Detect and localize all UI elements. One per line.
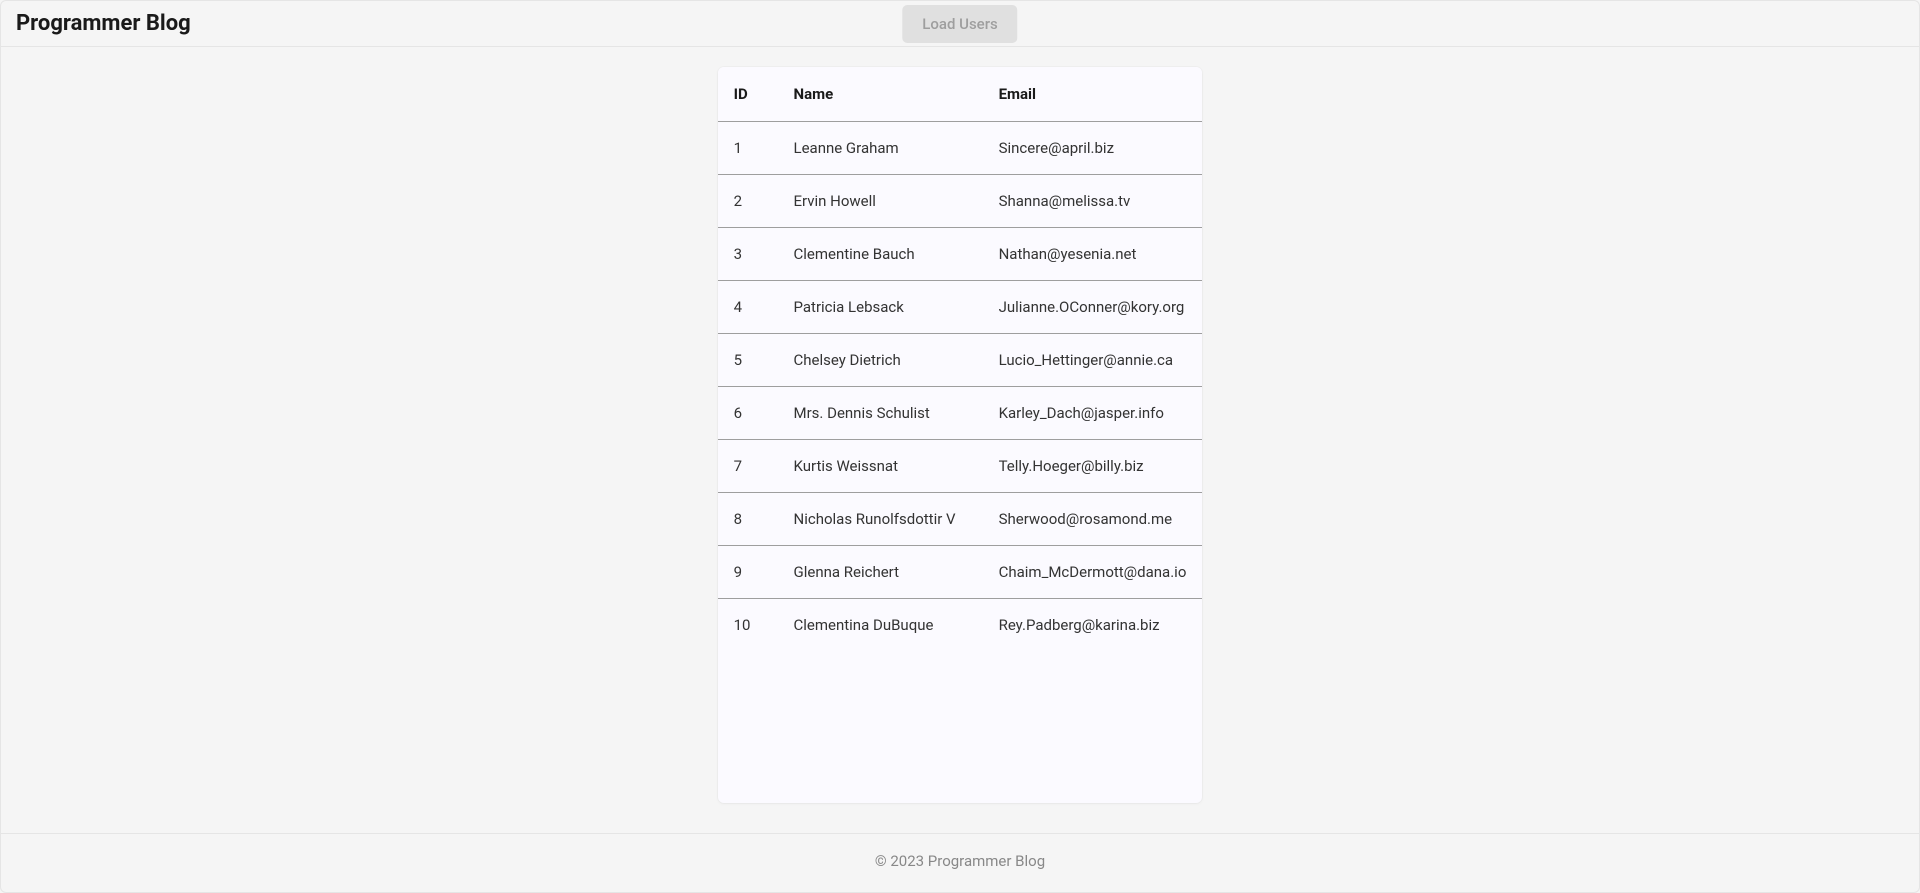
cell-id: 7 (718, 440, 779, 493)
cell-name: Mrs. Dennis Schulist (779, 387, 984, 440)
table-header-row: ID Name Email (718, 67, 1203, 122)
cell-name: Nicholas Runolfsdottir V (779, 493, 984, 546)
users-table: ID Name Email 1Leanne GrahamSincere@apri… (718, 67, 1203, 651)
cell-email: Sincere@april.biz (984, 122, 1203, 175)
cell-email: Lucio_Hettinger@annie.ca (984, 334, 1203, 387)
cell-name: Ervin Howell (779, 175, 984, 228)
table-row: 1Leanne GrahamSincere@april.biz (718, 122, 1203, 175)
cell-email: Shanna@melissa.tv (984, 175, 1203, 228)
cell-id: 9 (718, 546, 779, 599)
cell-id: 1 (718, 122, 779, 175)
cell-email: Sherwood@rosamond.me (984, 493, 1203, 546)
table-row: 8Nicholas Runolfsdottir VSherwood@rosamo… (718, 493, 1203, 546)
page-title: Programmer Blog (16, 11, 191, 36)
cell-email: Julianne.OConner@kory.org (984, 281, 1203, 334)
cell-email: Rey.Padberg@karina.biz (984, 599, 1203, 652)
cell-name: Patricia Lebsack (779, 281, 984, 334)
main-content: ID Name Email 1Leanne GrahamSincere@apri… (1, 47, 1919, 833)
cell-id: 2 (718, 175, 779, 228)
table-row: 9Glenna ReichertChaim_McDermott@dana.io (718, 546, 1203, 599)
table-row: 7Kurtis WeissnatTelly.Hoeger@billy.biz (718, 440, 1203, 493)
load-users-button[interactable]: Load Users (902, 5, 1017, 43)
cell-id: 6 (718, 387, 779, 440)
table-row: 6Mrs. Dennis SchulistKarley_Dach@jasper.… (718, 387, 1203, 440)
footer: © 2023 Programmer Blog (1, 833, 1919, 892)
table-row: 3Clementine BauchNathan@yesenia.net (718, 228, 1203, 281)
cell-name: Glenna Reichert (779, 546, 984, 599)
cell-name: Clementine Bauch (779, 228, 984, 281)
cell-id: 5 (718, 334, 779, 387)
cell-id: 4 (718, 281, 779, 334)
cell-id: 10 (718, 599, 779, 652)
cell-email: Chaim_McDermott@dana.io (984, 546, 1203, 599)
table-header-name: Name (779, 67, 984, 122)
cell-id: 3 (718, 228, 779, 281)
cell-email: Telly.Hoeger@billy.biz (984, 440, 1203, 493)
cell-id: 8 (718, 493, 779, 546)
table-row: 10Clementina DuBuqueRey.Padberg@karina.b… (718, 599, 1203, 652)
table-row: 5Chelsey DietrichLucio_Hettinger@annie.c… (718, 334, 1203, 387)
cell-name: Leanne Graham (779, 122, 984, 175)
table-header-id: ID (718, 67, 779, 122)
cell-name: Chelsey Dietrich (779, 334, 984, 387)
table-header-email: Email (984, 67, 1203, 122)
cell-email: Nathan@yesenia.net (984, 228, 1203, 281)
cell-email: Karley_Dach@jasper.info (984, 387, 1203, 440)
table-row: 4Patricia LebsackJulianne.OConner@kory.o… (718, 281, 1203, 334)
footer-text: © 2023 Programmer Blog (875, 852, 1045, 870)
header: Programmer Blog Load Users (1, 1, 1919, 47)
cell-name: Kurtis Weissnat (779, 440, 984, 493)
cell-name: Clementina DuBuque (779, 599, 984, 652)
table-row: 2Ervin HowellShanna@melissa.tv (718, 175, 1203, 228)
users-table-card: ID Name Email 1Leanne GrahamSincere@apri… (718, 67, 1203, 803)
